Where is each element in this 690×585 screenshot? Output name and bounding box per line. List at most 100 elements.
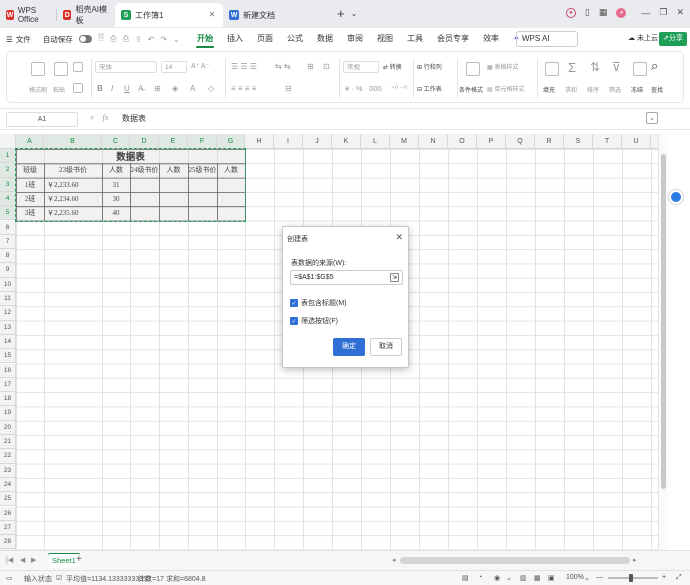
data-cell[interactable]: 3班 xyxy=(16,206,44,220)
italic-icon[interactable]: I xyxy=(111,84,113,93)
freeze-icon[interactable] xyxy=(633,62,647,76)
data-cell[interactable] xyxy=(188,192,217,206)
table-title-cell[interactable]: 数据表 xyxy=(16,149,245,163)
font-size-select[interactable]: 14 xyxy=(161,61,187,73)
horizontal-scrollbar[interactable] xyxy=(400,557,630,564)
formula-input[interactable]: 数据表 xyxy=(122,113,146,124)
conditional-format-icon[interactable] xyxy=(466,62,480,76)
sort-icon[interactable]: ⇅ xyxy=(590,60,600,74)
add-sheet-icon[interactable]: + xyxy=(76,554,82,565)
tablet-icon[interactable]: ▯ xyxy=(585,7,590,18)
fill-label[interactable]: 填充 xyxy=(543,85,555,94)
data-cell[interactable] xyxy=(188,206,217,220)
copy-icon[interactable] xyxy=(73,83,83,93)
menu-data[interactable]: 数据 xyxy=(310,28,340,50)
wrap-text-icon[interactable]: ⊡ xyxy=(323,62,330,71)
print-preview-icon[interactable]: ⎙ xyxy=(110,34,116,44)
count-value[interactable]: 计数=17 xyxy=(138,574,164,584)
data-cell[interactable] xyxy=(217,192,245,206)
close-icon[interactable]: ✕ xyxy=(395,232,403,243)
border-icon[interactable]: ⊞ xyxy=(154,84,161,93)
fill-icon[interactable] xyxy=(545,62,559,76)
font-name-select[interactable]: 宋体 xyxy=(95,61,157,73)
header-cell[interactable]: 25级书价 xyxy=(188,163,217,177)
name-box[interactable]: A1 xyxy=(6,112,78,127)
menu-efficiency[interactable]: 效率 xyxy=(476,28,506,50)
data-cell[interactable] xyxy=(130,206,159,220)
menu-home[interactable]: 开始 xyxy=(190,28,220,50)
share-button[interactable]: ⇗分享 xyxy=(659,32,687,46)
tab-new-document[interactable]: W 新建文档 xyxy=(223,3,331,27)
menu-review[interactable]: 审阅 xyxy=(340,28,370,50)
fullscreen-icon[interactable]: ⤢ xyxy=(676,574,682,582)
cut-icon[interactable] xyxy=(73,62,83,72)
freeze-label[interactable]: 冻结 xyxy=(631,85,643,94)
next-sheet-icon[interactable]: ▶ xyxy=(31,556,36,564)
align-top-icon[interactable]: ☰ ☰ ☰ xyxy=(231,62,257,71)
zoom-slider-handle[interactable] xyxy=(629,574,633,582)
filter-label[interactable]: 筛选 xyxy=(609,85,621,94)
save-icon[interactable]: 🗎 xyxy=(98,32,104,46)
header-cell[interactable]: 班级 xyxy=(16,163,44,177)
data-cell[interactable]: 30 xyxy=(102,192,130,206)
search-input[interactable]: ⌕ xyxy=(516,31,578,47)
data-cell[interactable] xyxy=(188,178,217,192)
number-format-select[interactable]: 常规 xyxy=(343,61,379,73)
sum-value[interactable]: 求和=6804.8 xyxy=(166,574,206,584)
underline-icon[interactable]: U xyxy=(124,84,130,93)
decimal-icon[interactable]: ⁺⁰ ⁻⁰ xyxy=(391,84,407,93)
zoom-formula-icon[interactable]: ⌕ xyxy=(90,113,94,123)
header-cell[interactable]: 人数 xyxy=(102,163,130,177)
worksheet-button[interactable]: ⊟ 工作表 xyxy=(417,84,442,93)
chevron-down-icon[interactable]: ⌄ xyxy=(506,574,512,582)
eye-icon[interactable]: ◉ xyxy=(494,574,500,582)
tab-docer-templates[interactable]: D 稻壳AI模板 xyxy=(57,3,115,27)
cell-style-button[interactable]: ▤ 单元格样式 xyxy=(487,84,524,93)
chevron-down-icon[interactable]: ⌄ xyxy=(351,9,358,28)
floating-assistant-icon[interactable] xyxy=(669,190,683,204)
normal-view-icon[interactable]: ▥ xyxy=(520,574,527,582)
menu-insert[interactable]: 插入 xyxy=(220,28,250,50)
close-window-icon[interactable]: ✕ xyxy=(676,7,684,18)
first-sheet-icon[interactable]: |◀ xyxy=(6,556,13,564)
align-left-icon[interactable]: ≡ ≡ ≡ ≡ xyxy=(231,84,256,93)
source-range-input[interactable]: =$A$1:$G$5 ⇲ xyxy=(290,270,403,285)
page-layout-icon[interactable]: ▦ xyxy=(534,574,541,582)
find-label[interactable]: 查找 xyxy=(651,85,663,94)
expand-formula-icon[interactable]: ⌄ xyxy=(646,112,658,124)
zoom-in-icon[interactable]: + xyxy=(662,574,666,581)
data-cell[interactable] xyxy=(130,192,159,206)
header-cell[interactable]: 人数 xyxy=(217,163,245,177)
header-cell[interactable]: 23级书价 xyxy=(44,163,102,177)
hamburger-icon[interactable]: ☰ xyxy=(6,35,13,44)
table-style-button[interactable]: ▦ 表格样式 xyxy=(487,62,518,71)
merge-center-icon[interactable]: ⊞ xyxy=(307,62,314,71)
print-icon[interactable]: ⎙ xyxy=(123,34,129,44)
font-grow-icon[interactable]: A⁺ A⁻ xyxy=(191,62,209,70)
data-cell[interactable]: 1班 xyxy=(16,178,44,192)
tab-workbook1[interactable]: S 工作簿1 ✕ xyxy=(115,3,223,27)
prev-sheet-icon[interactable]: ◀ xyxy=(20,556,25,564)
data-cell[interactable]: 40 xyxy=(102,206,130,220)
has-headers-checkbox[interactable]: ✓ 表包含标题(M) xyxy=(290,298,347,308)
scroll-left-icon[interactable]: ◂ xyxy=(392,556,396,564)
data-cell[interactable]: 2班 xyxy=(16,192,44,206)
convert-button[interactable]: ⇄ 转换 xyxy=(383,62,402,71)
paste-icon[interactable] xyxy=(54,62,68,76)
data-cell[interactable] xyxy=(159,178,188,192)
fill-color-icon[interactable]: ◈ xyxy=(172,84,178,93)
menu-member[interactable]: 会员专享 xyxy=(430,28,476,50)
more-chevron-icon[interactable]: ⌄ xyxy=(173,35,180,44)
zoom-chevron-icon[interactable]: ⌄ xyxy=(584,574,590,582)
minimize-icon[interactable]: — xyxy=(641,8,650,18)
cell-mode-icon[interactable]: ▤ xyxy=(462,574,469,582)
page-break-icon[interactable]: ▣ xyxy=(548,574,555,582)
data-cell[interactable]: ￥2,235.60 xyxy=(44,206,102,220)
tab-wps-office[interactable]: W WPS Office xyxy=(0,3,56,27)
conditional-format-label[interactable]: 条件格式 xyxy=(459,85,483,94)
scroll-right-icon[interactable]: ▸ xyxy=(633,556,637,564)
format-painter-icon[interactable] xyxy=(31,62,45,76)
data-cell[interactable] xyxy=(159,192,188,206)
strikethrough-icon[interactable]: A̶ xyxy=(138,84,143,93)
menu-page[interactable]: 页面 xyxy=(250,28,280,50)
